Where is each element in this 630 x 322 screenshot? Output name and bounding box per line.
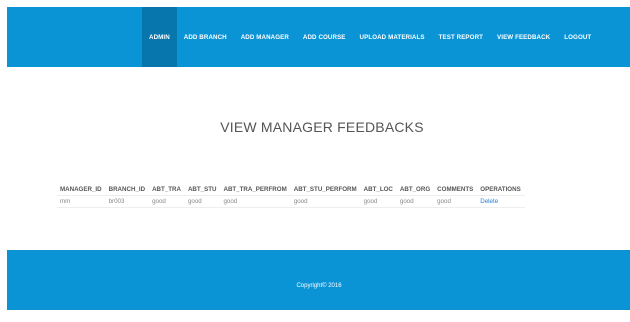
main-nav: ADMIN ADD BRANCH ADD MANAGER ADD COURSE … xyxy=(142,7,598,67)
nav-item-admin[interactable]: ADMIN xyxy=(142,7,177,67)
cell-abt-org: good xyxy=(396,195,435,208)
feedback-table: MANAGER_ID BRANCH_ID ABT_TRA ABT_STU ABT… xyxy=(57,185,525,208)
footer-bar: Copyright© 2016 xyxy=(7,250,630,310)
cell-abt-stu-perform: good xyxy=(290,195,361,208)
column-header-abt-loc: ABT_LOC xyxy=(363,186,393,193)
column-header-operations: OPERATIONS xyxy=(480,186,521,193)
cell-abt-tra: good xyxy=(149,195,185,208)
cell-comments: good xyxy=(434,195,478,208)
cell-abt-tra-perfrom: good xyxy=(220,195,291,208)
copyright-text: Copyright© 2016 xyxy=(296,283,342,289)
column-header-comments: COMMENTS xyxy=(437,186,474,193)
column-header-branch-id: BRANCH_ID xyxy=(108,186,146,193)
column-header-abt-org: ABT_ORG xyxy=(399,186,431,193)
cell-manager-id: mm xyxy=(57,195,106,208)
column-header-abt-tra: ABT_TRA xyxy=(152,186,181,193)
column-header-manager-id: MANAGER_ID xyxy=(60,186,102,193)
cell-abt-stu: good xyxy=(184,195,221,208)
nav-item-logout[interactable]: LOGOUT xyxy=(557,7,598,67)
nav-item-add-branch[interactable]: ADD BRANCH xyxy=(177,7,234,67)
cell-branch-id: br003 xyxy=(105,195,150,208)
page-title: VIEW MANAGER FEEDBACKS xyxy=(220,119,424,135)
table-header-row: MANAGER_ID BRANCH_ID ABT_TRA ABT_STU ABT… xyxy=(57,185,525,196)
column-header-abt-tra-perfrom: ABT_TRA_PERFROM xyxy=(223,186,287,193)
nav-item-add-manager[interactable]: ADD MANAGER xyxy=(234,7,296,67)
nav-item-add-course[interactable]: ADD COURSE xyxy=(296,7,353,67)
column-header-abt-stu: ABT_STU xyxy=(187,186,217,193)
column-header-abt-stu-perform: ABT_STU_PERFORM xyxy=(293,186,357,193)
nav-item-test-report[interactable]: TEST REPORT xyxy=(432,7,490,67)
nav-item-upload-materials[interactable]: UPLOAD MATERIALS xyxy=(353,7,432,67)
header-bar: ADMIN ADD BRANCH ADD MANAGER ADD COURSE … xyxy=(7,7,630,67)
delete-link[interactable]: Delete xyxy=(477,195,525,208)
cell-abt-loc: good xyxy=(360,195,397,208)
table-row: mm br003 good good good good good good g… xyxy=(57,195,525,208)
nav-item-view-feedback[interactable]: VIEW FEEDBACK xyxy=(490,7,557,67)
